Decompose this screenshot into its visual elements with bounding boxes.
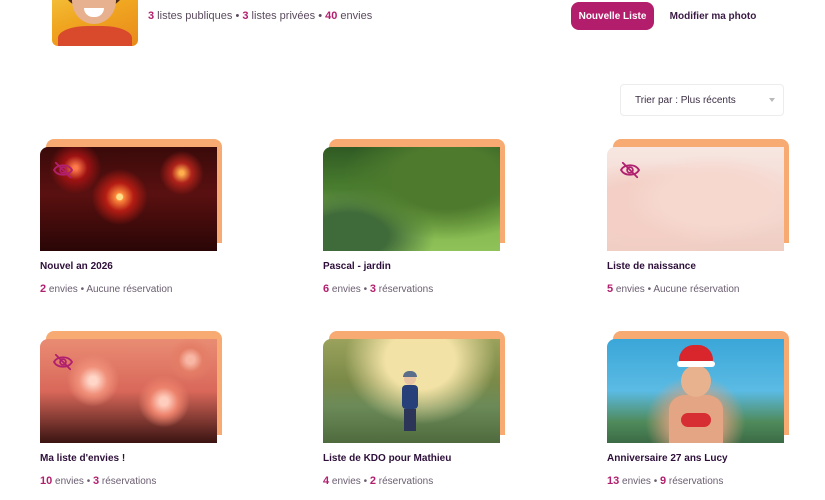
list-meta: 6 envies • 3 réservations	[323, 283, 434, 295]
wishes-label: envies	[52, 476, 84, 487]
eye-slash-icon	[619, 161, 641, 179]
profile-avatar[interactable]	[52, 0, 138, 46]
list-meta: 13 envies • 9 réservations	[607, 475, 724, 487]
reservations-label: Aucune réservation	[653, 284, 740, 295]
list-thumbnail[interactable]	[40, 147, 217, 251]
list-thumbnail[interactable]	[323, 339, 500, 443]
wishes-label: envies	[619, 476, 651, 487]
new-list-button[interactable]: Nouvelle Liste	[571, 2, 654, 30]
list-title[interactable]: Liste de KDO pour Mathieu	[323, 453, 451, 464]
reservations-label: réservations	[376, 476, 434, 487]
private-lists-label: listes privées	[248, 10, 316, 22]
sort-select[interactable]: Trier par : Plus récents	[620, 84, 784, 116]
public-lists-label: listes publiques	[154, 10, 233, 22]
wishes-label: envies	[337, 10, 373, 22]
wishes-label: envies	[613, 284, 645, 295]
list-thumbnail[interactable]	[607, 339, 784, 443]
wishes-count: 13	[607, 475, 620, 487]
reservations-label: Aucune réservation	[86, 284, 173, 295]
reservations-label: réservations	[99, 476, 157, 487]
sort-label: Trier par : Plus récents	[635, 94, 736, 106]
wishes-label: envies	[46, 284, 78, 295]
edit-photo-button[interactable]: Modifier ma photo	[664, 2, 762, 30]
list-thumbnail[interactable]	[40, 339, 217, 443]
profile-stats: 3 listes publiques • 3 listes privées • …	[148, 10, 373, 22]
chevron-down-icon	[769, 98, 775, 102]
list-title[interactable]: Ma liste d'envies !	[40, 453, 125, 464]
wishes-count: 10	[40, 475, 53, 487]
list-meta: 10 envies • 3 réservations	[40, 475, 157, 487]
wishes-label: envies	[329, 284, 361, 295]
reservations-label: réservations	[666, 476, 724, 487]
list-thumbnail[interactable]	[607, 147, 784, 251]
list-title[interactable]: Liste de naissance	[607, 261, 696, 272]
list-meta: 5 envies • Aucune réservation	[607, 283, 740, 295]
list-meta: 2 envies • Aucune réservation	[40, 283, 173, 295]
list-title[interactable]: Anniversaire 27 ans Lucy	[607, 453, 728, 464]
wishes-count: 40	[325, 10, 338, 22]
reservations-label: réservations	[376, 284, 434, 295]
list-title[interactable]: Pascal - jardin	[323, 261, 391, 272]
eye-slash-icon	[52, 161, 74, 179]
list-thumbnail[interactable]	[323, 147, 500, 251]
list-title[interactable]: Nouvel an 2026	[40, 261, 113, 272]
wishes-label: envies	[329, 476, 361, 487]
list-meta: 4 envies • 2 réservations	[323, 475, 434, 487]
eye-slash-icon	[52, 353, 74, 371]
